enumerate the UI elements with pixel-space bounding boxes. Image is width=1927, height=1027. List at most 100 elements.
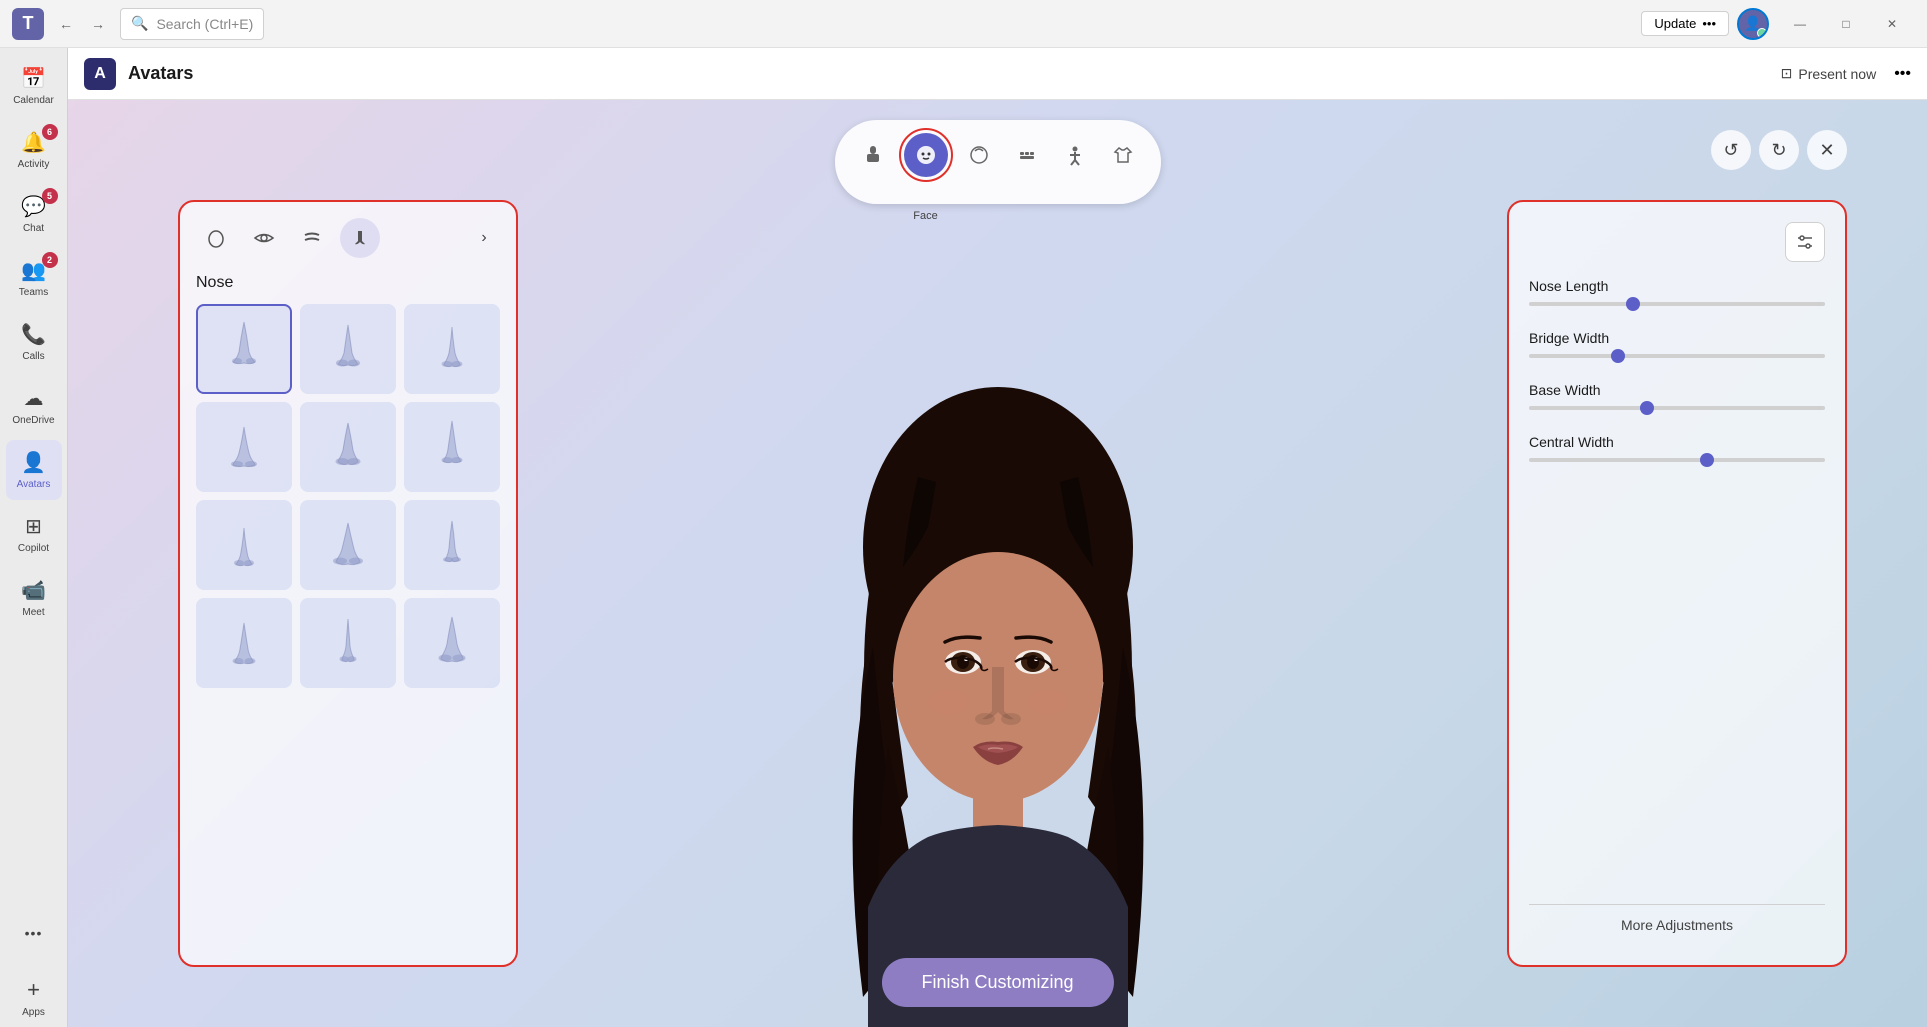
sidebar-item-more[interactable]: ••• bbox=[6, 903, 62, 963]
face-category-label: Face bbox=[913, 210, 937, 222]
category-button-body[interactable] bbox=[851, 133, 895, 177]
adj-settings-button[interactable] bbox=[1785, 222, 1825, 262]
pose-category-icon bbox=[1064, 144, 1086, 166]
nose-shape-5-icon bbox=[321, 415, 376, 480]
activity-badge: 6 bbox=[42, 124, 58, 140]
nose-option-4[interactable] bbox=[196, 402, 292, 492]
bridge-width-track[interactable] bbox=[1529, 354, 1825, 358]
sidebar-item-onedrive[interactable]: ☁ OneDrive bbox=[6, 376, 62, 436]
nose-option-10[interactable] bbox=[196, 598, 292, 688]
nose-shape-2-icon bbox=[321, 317, 376, 382]
present-now-button[interactable]: ⊡ Present now bbox=[1771, 59, 1887, 88]
editor-area: Face bbox=[68, 100, 1927, 1027]
sub-tab-face-shape[interactable] bbox=[196, 218, 236, 258]
sidebar-item-calendar[interactable]: 📅 Calendar bbox=[6, 56, 62, 116]
title-bar: T ← → 🔍 Search (Ctrl+E) Update ••• 👤 — □… bbox=[0, 0, 1927, 48]
sidebar: 📅 Calendar 🔔 6 Activity 💬 5 Chat 👥 2 Tea… bbox=[0, 48, 68, 1027]
close-button[interactable]: ✕ bbox=[1869, 8, 1915, 40]
category-toolbar: Face bbox=[835, 120, 1161, 204]
update-button[interactable]: Update ••• bbox=[1641, 11, 1729, 36]
sidebar-label-chat: Chat bbox=[23, 223, 44, 234]
window-controls: — □ ✕ bbox=[1777, 8, 1915, 40]
edit-controls: ↺ ↻ ✕ bbox=[1711, 130, 1847, 170]
bridge-width-label: Bridge Width bbox=[1529, 330, 1825, 346]
sidebar-item-meet[interactable]: 📹 Meet bbox=[6, 568, 62, 628]
apps-add-icon: + bbox=[27, 977, 40, 1003]
category-button-hair[interactable] bbox=[957, 133, 1001, 177]
nose-option-3[interactable] bbox=[404, 304, 500, 394]
eyebrows-icon bbox=[301, 227, 323, 249]
nose-option-12[interactable] bbox=[404, 598, 500, 688]
avatars-icon: 👤 bbox=[21, 450, 46, 475]
teams-logo-icon: T bbox=[12, 8, 44, 40]
cat-wrapper-body bbox=[851, 133, 895, 177]
app-icon: A bbox=[84, 58, 116, 90]
eyes-icon bbox=[253, 227, 275, 249]
nose-grid bbox=[196, 304, 500, 688]
undo-button[interactable]: ↺ bbox=[1711, 130, 1751, 170]
nose-option-8[interactable] bbox=[300, 500, 396, 590]
more-adjustments-button[interactable]: More Adjustments bbox=[1529, 904, 1825, 945]
nose-option-6[interactable] bbox=[404, 402, 500, 492]
nose-option-7[interactable] bbox=[196, 500, 292, 590]
search-bar[interactable]: 🔍 Search (Ctrl+E) bbox=[120, 8, 264, 40]
user-avatar[interactable]: 👤 bbox=[1737, 8, 1769, 40]
body-category-icon bbox=[862, 144, 884, 166]
base-width-thumb[interactable] bbox=[1640, 401, 1654, 415]
nose-length-thumb[interactable] bbox=[1626, 297, 1640, 311]
category-button-clothing[interactable] bbox=[1101, 133, 1145, 177]
avatar-svg bbox=[788, 347, 1208, 1027]
cat-wrapper-face: Face bbox=[899, 128, 953, 182]
avatar-display bbox=[748, 180, 1248, 1027]
app-icon-letter: A bbox=[94, 65, 106, 83]
category-button-face[interactable] bbox=[904, 133, 948, 177]
nose-option-2[interactable] bbox=[300, 304, 396, 394]
left-panel: › Nose bbox=[178, 200, 518, 967]
central-width-group: Central Width bbox=[1529, 434, 1825, 462]
title-bar-left: T ← → 🔍 Search (Ctrl+E) bbox=[12, 8, 264, 40]
chat-badge: 5 bbox=[42, 188, 58, 204]
nose-option-1[interactable] bbox=[196, 304, 292, 394]
sidebar-item-apps[interactable]: + Apps bbox=[6, 967, 62, 1027]
sidebar-item-calls[interactable]: 📞 Calls bbox=[6, 312, 62, 372]
sidebar-item-chat[interactable]: 💬 5 Chat bbox=[6, 184, 62, 244]
base-width-track[interactable] bbox=[1529, 406, 1825, 410]
maximize-button[interactable]: □ bbox=[1823, 8, 1869, 40]
main-layout: 📅 Calendar 🔔 6 Activity 💬 5 Chat 👥 2 Tea… bbox=[0, 48, 1927, 1027]
sub-tab-eyes[interactable] bbox=[244, 218, 284, 258]
central-width-thumb[interactable] bbox=[1700, 453, 1714, 467]
onedrive-icon: ☁ bbox=[24, 386, 44, 411]
nose-shape-6-icon bbox=[425, 415, 480, 480]
sidebar-label-calendar: Calendar bbox=[13, 95, 54, 106]
editor-close-button[interactable]: ✕ bbox=[1807, 130, 1847, 170]
sidebar-item-teams[interactable]: 👥 2 Teams bbox=[6, 248, 62, 308]
sidebar-label-activity: Activity bbox=[18, 159, 50, 170]
sub-tab-next-button[interactable]: › bbox=[468, 222, 500, 254]
category-button-facial-hair[interactable] bbox=[1005, 133, 1049, 177]
forward-button[interactable]: → bbox=[84, 10, 112, 38]
nose-length-track[interactable] bbox=[1529, 302, 1825, 306]
nose-option-11[interactable] bbox=[300, 598, 396, 688]
minimize-button[interactable]: — bbox=[1777, 8, 1823, 40]
back-button[interactable]: ← bbox=[52, 10, 80, 38]
sidebar-item-activity[interactable]: 🔔 6 Activity bbox=[6, 120, 62, 180]
present-now-label: Present now bbox=[1798, 66, 1876, 82]
nose-option-9[interactable] bbox=[404, 500, 500, 590]
nose-shape-12-icon bbox=[425, 611, 480, 676]
central-width-track[interactable] bbox=[1529, 458, 1825, 462]
sidebar-item-copilot[interactable]: ⊞ Copilot bbox=[6, 504, 62, 564]
base-width-label: Base Width bbox=[1529, 382, 1825, 398]
sub-tab-nose[interactable] bbox=[340, 218, 380, 258]
sub-tab-eyebrows[interactable] bbox=[292, 218, 332, 258]
teams-badge: 2 bbox=[42, 252, 58, 268]
nose-shape-9-icon bbox=[425, 513, 480, 578]
redo-button[interactable]: ↻ bbox=[1759, 130, 1799, 170]
bridge-width-thumb[interactable] bbox=[1611, 349, 1625, 363]
sidebar-label-calls: Calls bbox=[22, 351, 44, 362]
nose-option-5[interactable] bbox=[300, 402, 396, 492]
sidebar-item-avatars[interactable]: 👤 Avatars bbox=[6, 440, 62, 500]
finish-customizing-button[interactable]: Finish Customizing bbox=[881, 958, 1113, 1007]
more-options-button[interactable]: ••• bbox=[1894, 65, 1911, 83]
cat-wrapper-hair bbox=[957, 133, 1001, 177]
category-button-pose[interactable] bbox=[1053, 133, 1097, 177]
